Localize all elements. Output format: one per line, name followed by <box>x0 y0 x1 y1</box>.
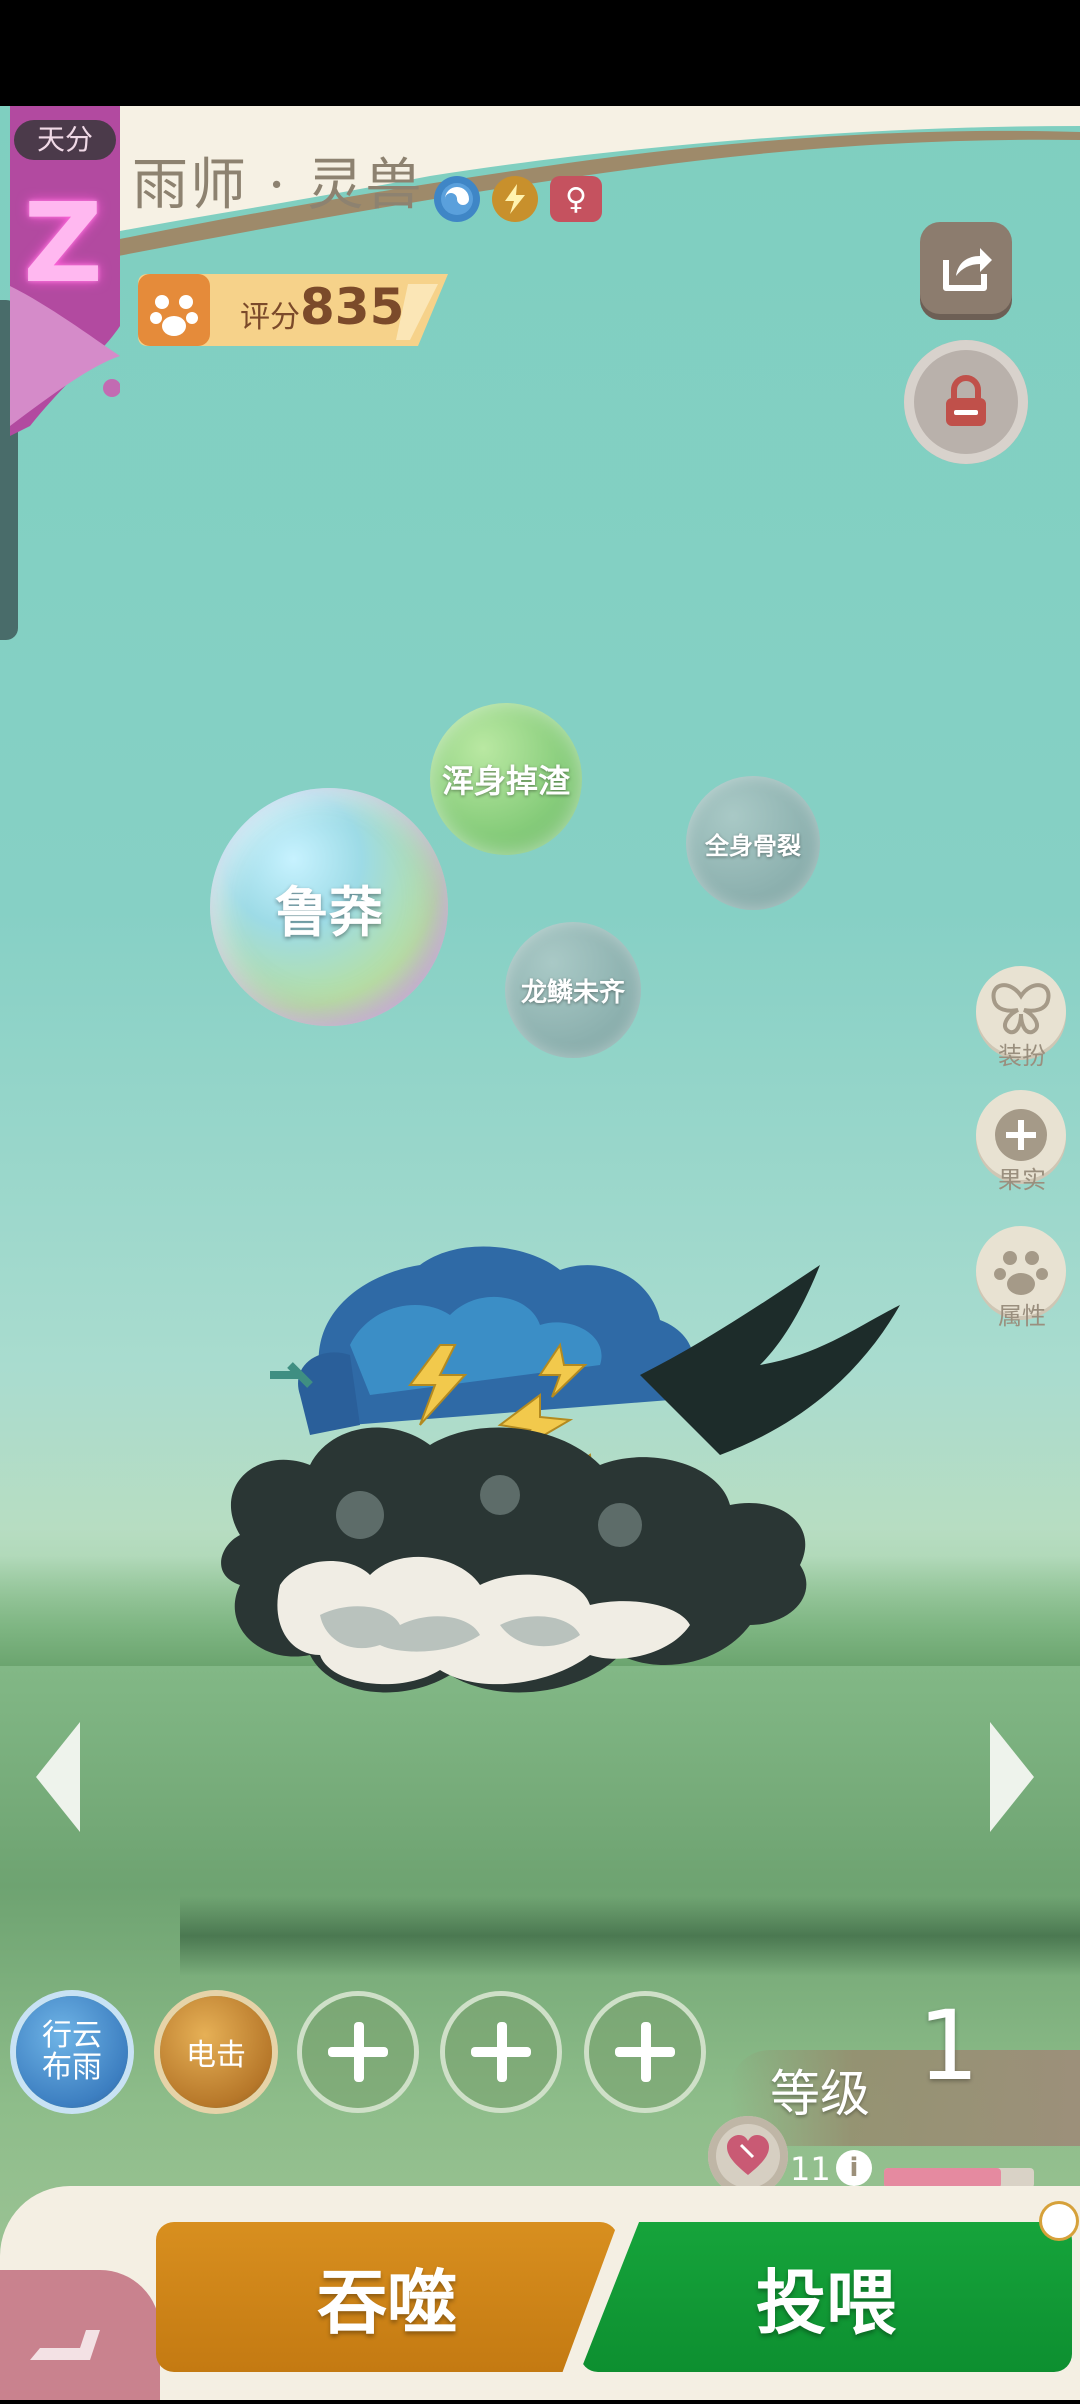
upgrade-arrow-icon[interactable] <box>1042 2204 1076 2238</box>
lock-button[interactable] <box>904 340 1028 464</box>
plus-icon <box>328 2022 388 2082</box>
rank-label: 天分 <box>14 120 116 160</box>
devour-button[interactable]: 吞噬 <box>156 2222 618 2372</box>
intimacy-progress-fill <box>884 2168 1001 2188</box>
pet-title: 雨师 · 灵兽 <box>132 153 424 218</box>
heart-icon <box>727 2135 769 2175</box>
feed-label: 投喂 <box>756 2261 896 2344</box>
lightning-icon <box>492 176 538 222</box>
lock-icon <box>946 375 986 426</box>
grass-shadow <box>180 1896 1080 1976</box>
level-value: 1 <box>918 1990 980 2102</box>
skill-cloud-rain[interactable]: 行云 布雨 <box>16 1996 128 2108</box>
trait-bubble-main[interactable]: 鲁莽 <box>210 788 448 1026</box>
plus-icon <box>471 2022 531 2082</box>
share-icon <box>943 248 992 291</box>
devour-label: 吞噬 <box>317 2261 457 2344</box>
level-label: 等级 <box>770 2065 870 2123</box>
sweep-icon <box>30 2330 100 2360</box>
female-icon: ♀ <box>550 176 602 222</box>
intimacy-progress-bar <box>884 2168 1034 2188</box>
intimacy-badge[interactable] <box>708 2116 788 2196</box>
corner-menu-button[interactable] <box>0 2270 160 2400</box>
intimacy-count: 11 <box>790 2150 831 2188</box>
add-skill-slot[interactable] <box>302 1996 414 2108</box>
trait-bubble-green[interactable]: 浑身掉渣 <box>430 703 582 855</box>
score-value: 835 <box>300 278 405 336</box>
side-label: 装扮 <box>998 1042 1046 1070</box>
next-pet-arrow-icon[interactable] <box>990 1722 1034 1832</box>
score-label: 评分 <box>240 300 300 335</box>
skill-shock[interactable]: 电击 <box>160 1996 272 2108</box>
feed-button[interactable]: 投喂 <box>580 2222 1072 2372</box>
rank-letter: Z <box>23 179 103 307</box>
trait-bubble-grey[interactable]: 龙鳞未齐 <box>505 922 641 1058</box>
swirl-icon <box>434 176 480 222</box>
side-label: 果实 <box>998 1166 1046 1194</box>
side-label: 属性 <box>998 1302 1046 1330</box>
info-icon[interactable]: i <box>836 2150 872 2186</box>
add-skill-slot[interactable] <box>589 1996 701 2108</box>
skill-label: 行云 布雨 <box>42 2018 102 2085</box>
previous-pet-arrow-icon[interactable] <box>36 1722 80 1832</box>
rain-dragon-creature[interactable] <box>200 1225 940 1785</box>
plus-icon <box>615 2022 675 2082</box>
trait-bubble-grey[interactable]: 全身骨裂 <box>686 776 820 910</box>
add-skill-slot[interactable] <box>445 1996 557 2108</box>
skill-label: 电击 <box>186 2038 246 2073</box>
share-button[interactable] <box>920 222 1012 314</box>
